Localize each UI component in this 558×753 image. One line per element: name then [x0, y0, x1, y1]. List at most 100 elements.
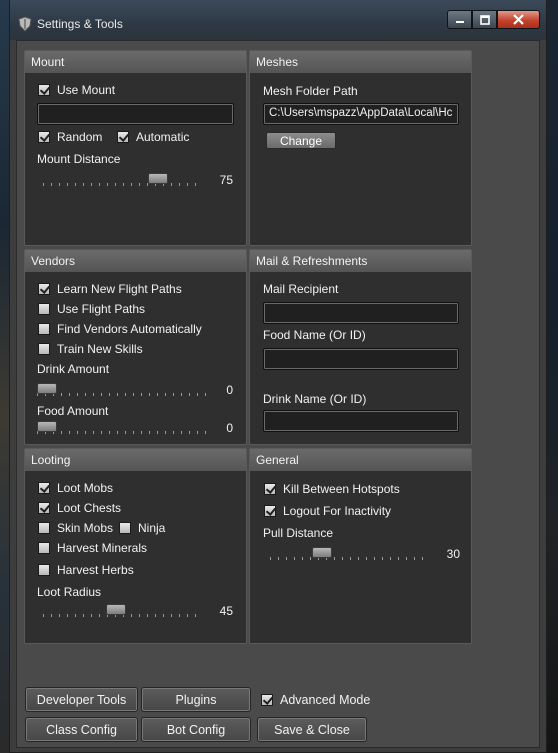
mesh-folder-input[interactable]: C:\Users\mspazz\AppData\Local\Hc	[263, 103, 459, 125]
logout-inactivity-row[interactable]: Logout For Inactivity	[264, 504, 391, 518]
mount-distance-slider[interactable]	[43, 173, 203, 189]
drink-amount-label: Drink Amount	[37, 362, 110, 376]
class-config-button[interactable]: Class Config	[25, 717, 138, 742]
learn-flight-paths-label: Learn New Flight Paths	[57, 282, 182, 296]
ninja-label: Ninja	[138, 521, 166, 535]
mount-name-input[interactable]	[37, 103, 234, 125]
skin-mobs-label: Skin Mobs	[57, 521, 114, 535]
drink-name-label: Drink Name (Or ID)	[263, 392, 367, 406]
harvest-herbs-row[interactable]: Harvest Herbs	[38, 563, 134, 577]
plugins-button[interactable]: Plugins	[141, 687, 251, 712]
advanced-mode-checkbox[interactable]	[261, 694, 273, 706]
bot-config-button[interactable]: Bot Config	[141, 717, 251, 742]
mount-distance-slider-thumb[interactable]	[148, 173, 168, 184]
kill-between-hotspots-label: Kill Between Hotspots	[283, 482, 400, 496]
minimize-icon	[455, 20, 464, 23]
harvest-minerals-checkbox[interactable]	[38, 542, 50, 554]
close-button[interactable]	[497, 10, 540, 29]
settings-client-area: Mount Use Mount Random Automatic Mount D…	[16, 40, 540, 748]
desktop-background-right	[546, 0, 558, 753]
drink-amount-value: 0	[226, 383, 233, 397]
window-title: Settings & Tools	[37, 17, 123, 31]
looting-panel-header: Looting	[25, 449, 246, 471]
loot-chests-checkbox[interactable]	[38, 502, 50, 514]
loot-mobs-label: Loot Mobs	[57, 481, 114, 495]
logout-inactivity-checkbox[interactable]	[264, 505, 276, 517]
random-label: Random	[57, 130, 103, 144]
pull-distance-value: 30	[446, 547, 460, 561]
train-skills-row[interactable]: Train New Skills	[38, 342, 143, 356]
use-flight-paths-row[interactable]: Use Flight Paths	[38, 302, 145, 316]
advanced-mode-row[interactable]: Advanced Mode	[261, 693, 370, 707]
ninja-row[interactable]: Ninja	[119, 521, 165, 535]
harvest-herbs-label: Harvest Herbs	[57, 563, 134, 577]
automatic-checkbox-row[interactable]: Automatic	[117, 130, 189, 144]
logout-inactivity-label: Logout For Inactivity	[283, 504, 392, 518]
loot-radius-label: Loot Radius	[37, 585, 102, 599]
meshes-panel: Meshes Mesh Folder Path C:\Users\mspazz\…	[249, 50, 472, 246]
food-amount-label: Food Amount	[37, 404, 109, 418]
drink-amount-slider-thumb[interactable]	[37, 383, 57, 394]
food-amount-slider[interactable]	[37, 421, 207, 437]
drink-name-input[interactable]	[263, 410, 459, 432]
food-name-label: Food Name (Or ID)	[263, 328, 366, 342]
harvest-minerals-label: Harvest Minerals	[57, 541, 148, 555]
automatic-checkbox[interactable]	[117, 131, 129, 143]
find-vendors-checkbox[interactable]	[38, 323, 50, 335]
mail-refreshments-panel: Mail & Refreshments Mail Recipient Food …	[249, 249, 472, 445]
drink-amount-slider[interactable]	[37, 383, 207, 399]
save-close-button[interactable]: Save & Close	[257, 717, 367, 742]
shield-icon	[18, 16, 32, 32]
use-mount-checkbox[interactable]	[38, 84, 50, 96]
train-skills-label: Train New Skills	[57, 342, 143, 356]
change-folder-button[interactable]: Change	[266, 132, 336, 149]
looting-panel: Looting Loot Mobs Loot Chests Skin Mobs …	[24, 448, 247, 644]
mail-refreshments-header: Mail & Refreshments	[250, 250, 471, 272]
title-bar[interactable]: Settings & Tools	[10, 0, 546, 40]
mail-recipient-input[interactable]	[263, 302, 459, 324]
pull-distance-slider[interactable]	[270, 547, 430, 563]
skin-mobs-row[interactable]: Skin Mobs	[38, 521, 113, 535]
ninja-checkbox[interactable]	[119, 522, 131, 534]
use-flight-paths-label: Use Flight Paths	[57, 302, 146, 316]
learn-flight-paths-checkbox[interactable]	[38, 283, 50, 295]
loot-mobs-checkbox[interactable]	[38, 482, 50, 494]
loot-radius-slider-thumb[interactable]	[106, 604, 126, 615]
loot-chests-row[interactable]: Loot Chests	[38, 501, 121, 515]
pull-distance-label: Pull Distance	[263, 526, 334, 540]
food-amount-slider-thumb[interactable]	[37, 421, 57, 432]
learn-flight-paths-row[interactable]: Learn New Flight Paths	[38, 282, 182, 296]
kill-between-hotspots-row[interactable]: Kill Between Hotspots	[264, 482, 400, 496]
mount-panel-header: Mount	[25, 51, 246, 73]
developer-tools-button[interactable]: Developer Tools	[25, 687, 138, 712]
random-checkbox-row[interactable]: Random	[38, 130, 102, 144]
loot-chests-label: Loot Chests	[57, 501, 122, 515]
use-flight-paths-checkbox[interactable]	[38, 303, 50, 315]
food-name-input[interactable]	[263, 348, 459, 370]
harvest-herbs-checkbox[interactable]	[38, 564, 50, 576]
meshes-panel-header: Meshes	[250, 51, 471, 73]
vendors-panel-header: Vendors	[25, 250, 246, 272]
find-vendors-row[interactable]: Find Vendors Automatically	[38, 322, 202, 336]
random-checkbox[interactable]	[38, 131, 50, 143]
mount-distance-label: Mount Distance	[37, 152, 121, 166]
maximize-button[interactable]	[472, 10, 497, 29]
pull-distance-slider-thumb[interactable]	[312, 547, 332, 558]
kill-between-hotspots-checkbox[interactable]	[264, 483, 276, 495]
mesh-folder-label: Mesh Folder Path	[263, 84, 358, 98]
general-panel: General Kill Between Hotspots Logout For…	[249, 448, 472, 644]
vendors-panel: Vendors Learn New Flight Paths Use Fligh…	[24, 249, 247, 445]
minimize-button[interactable]	[447, 10, 472, 29]
use-mount-checkbox-row[interactable]: Use Mount	[38, 83, 115, 97]
train-skills-checkbox[interactable]	[38, 343, 50, 355]
skin-mobs-checkbox[interactable]	[38, 522, 50, 534]
harvest-minerals-row[interactable]: Harvest Minerals	[38, 541, 147, 555]
food-amount-value: 0	[226, 421, 233, 435]
loot-radius-value: 45	[219, 604, 233, 618]
advanced-mode-label: Advanced Mode	[280, 693, 371, 707]
mount-panel: Mount Use Mount Random Automatic Mount D…	[24, 50, 247, 246]
loot-radius-slider[interactable]	[43, 604, 203, 620]
settings-window: Settings & Tools Mount Use Mount Random	[9, 0, 547, 753]
loot-mobs-row[interactable]: Loot Mobs	[38, 481, 113, 495]
use-mount-label: Use Mount	[57, 83, 116, 97]
